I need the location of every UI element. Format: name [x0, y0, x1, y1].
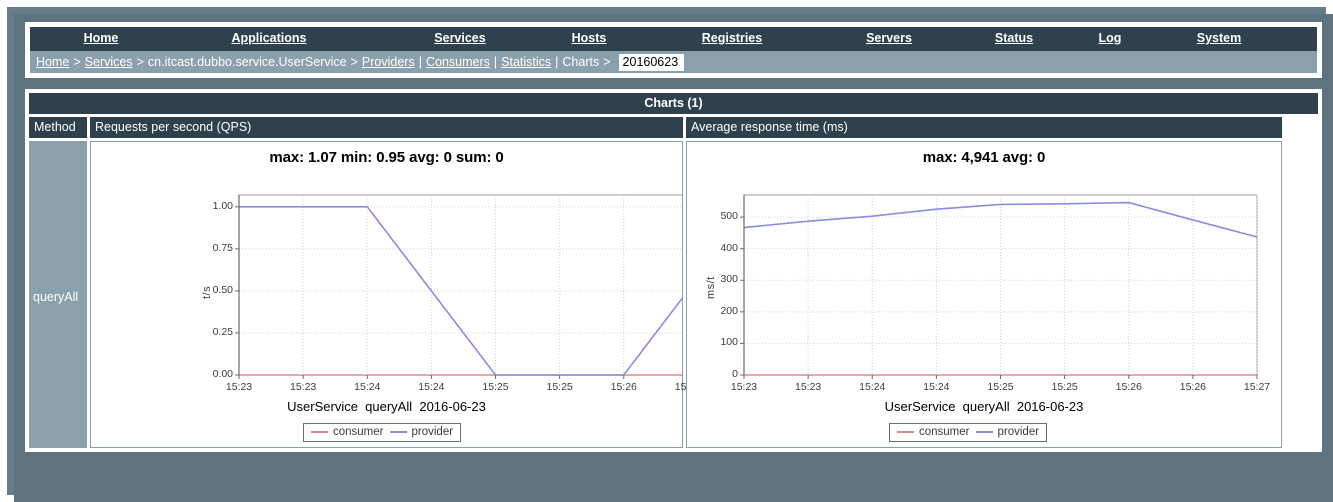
- nav-item-system[interactable]: System: [1159, 31, 1279, 45]
- date-input[interactable]: 20160623: [618, 53, 685, 71]
- header-block: Home Applications Services Hosts Registries S…: [25, 22, 1322, 78]
- breadcrumb-sep-1: >: [73, 55, 81, 69]
- x-tick-label: 15:24: [859, 381, 886, 393]
- x-tick-label: 15:26: [610, 381, 637, 393]
- breadcrumb-link-home[interactable]: Home: [36, 55, 69, 69]
- legend-label: provider: [997, 426, 1040, 438]
- x-tick-label: 15:23: [289, 381, 317, 393]
- y-tick-label: 300: [720, 273, 738, 286]
- y-tick-label: 500: [720, 210, 738, 223]
- y-tick-label: 200: [720, 304, 738, 317]
- legend-swatch-icon: [897, 431, 914, 433]
- x-tick-label: 15:24: [418, 381, 445, 393]
- x-tick-label: 15:25: [482, 381, 509, 393]
- breadcrumb-label-charts: Charts: [562, 55, 600, 69]
- breadcrumb-link-providers[interactable]: Providers: [362, 55, 415, 69]
- legend-swatch-icon: [311, 431, 328, 433]
- y-tick-label: 1.00: [212, 199, 233, 212]
- x-tick-label: 15:24: [354, 381, 381, 393]
- chart-cell-qps: max: 1.07 min: 0.95 avg: 0 sum: 0 t/s 0.00…: [90, 141, 765, 448]
- plot-area: ms/t 0 100 200 300 400 500 15:23 15:23 15:24 15:24…: [687, 150, 1281, 455]
- nav-item-hosts[interactable]: Hosts: [529, 31, 649, 45]
- breadcrumb-link-services[interactable]: Services: [85, 55, 133, 69]
- main-navigation: Home Applications Services Hosts Registries S…: [30, 27, 1317, 51]
- y-tick-label: 0.75: [212, 241, 233, 254]
- legend-swatch-icon: [975, 431, 993, 433]
- nav-item-applications[interactable]: Applications: [209, 31, 329, 45]
- column-header-qps: Requests per second (QPS): [90, 117, 683, 138]
- x-tick-label: 15:25: [1051, 381, 1078, 393]
- legend-entry-consumer: consumer: [311, 426, 384, 438]
- breadcrumb-sep-4: >: [603, 55, 611, 69]
- x-axis-caption: UserService queryAll 2016-06-23: [287, 399, 486, 414]
- charts-block: Charts (1) Method Requests per second (Q…: [25, 89, 1322, 452]
- breadcrumb-service-name: cn.itcast.dubbo.service.UserService: [147, 55, 347, 69]
- nav-item-home[interactable]: Home: [41, 31, 161, 45]
- x-tick-label: 15:23: [730, 381, 758, 393]
- app-page: Home Applications Services Hosts Registries S…: [0, 0, 1333, 502]
- y-tick-label: 400: [720, 241, 738, 254]
- breadcrumb-link-statistics[interactable]: Statistics: [501, 55, 551, 69]
- x-tick-label: 15:27: [1243, 381, 1271, 393]
- breadcrumb-link-consumers[interactable]: Consumers: [426, 55, 490, 69]
- y-tick-label: 0: [732, 368, 738, 380]
- nav-item-registries[interactable]: Registries: [672, 31, 792, 45]
- x-tick-label: 15:23: [225, 381, 253, 393]
- table-row: queryAll max: 1.07 min: 0.95 avg: 0 sum:…: [29, 141, 1318, 448]
- column-header-method: Method: [29, 117, 87, 138]
- nav-item-log[interactable]: Log: [1050, 31, 1170, 45]
- x-tick-label: 15:26: [1179, 381, 1207, 393]
- x-tick-label: 15:23: [794, 381, 822, 393]
- legend-label: consumer: [333, 426, 384, 438]
- x-tick-label: 15:26: [1115, 381, 1142, 393]
- legend-entry-provider: provider: [389, 426, 454, 438]
- x-tick-label: 15:25: [987, 381, 1014, 393]
- plot-area: t/s 0.00 0.25 0.50 0.75 1.00 15:23 15:23 15:24 15…: [91, 150, 765, 455]
- breadcrumb: Home > Services > cn.itcast.dubbo.servic…: [30, 51, 1317, 73]
- nav-item-services[interactable]: Services: [400, 31, 520, 45]
- x-tick-label: 15:25: [546, 381, 573, 393]
- y-tick-label: 0.50: [212, 283, 233, 296]
- x-tick-label: 15:24: [923, 381, 950, 393]
- charts-column-headers: Method Requests per second (QPS) Average…: [29, 117, 1318, 138]
- y-tick-label: 0.25: [212, 325, 233, 338]
- app-inner: Home Applications Services Hosts Registries S…: [14, 14, 1333, 502]
- legend-entry-provider: provider: [975, 426, 1040, 438]
- column-header-art: Average response time (ms): [686, 117, 1282, 138]
- method-name-cell: queryAll: [29, 141, 87, 448]
- legend-swatch-icon: [389, 431, 407, 433]
- breadcrumb-pipe-1: |: [418, 55, 422, 69]
- nav-item-servers[interactable]: Servers: [829, 31, 949, 45]
- breadcrumb-pipe-2: |: [493, 55, 498, 69]
- breadcrumb-pipe-3: |: [555, 55, 559, 69]
- legend-entry-consumer: consumer: [897, 426, 970, 438]
- breadcrumb-sep-2: >: [136, 55, 144, 69]
- legend-label: consumer: [919, 426, 970, 438]
- chart-cell-art: max: 4,941 avg: 0 ms/t 0 100 200 300 400 500 15:…: [686, 141, 1282, 448]
- charts-panel-title: Charts (1): [29, 93, 1318, 114]
- y-tick-label: 100: [720, 336, 738, 349]
- y-tick-label: 0.00: [212, 368, 233, 380]
- legend-label: provider: [411, 426, 454, 438]
- breadcrumb-sep-3: >: [350, 55, 358, 69]
- chart-legend: consumer provider: [889, 423, 1048, 442]
- x-axis-caption: UserService queryAll 2016-06-23: [884, 399, 1084, 414]
- chart-legend: consumer provider: [303, 423, 462, 442]
